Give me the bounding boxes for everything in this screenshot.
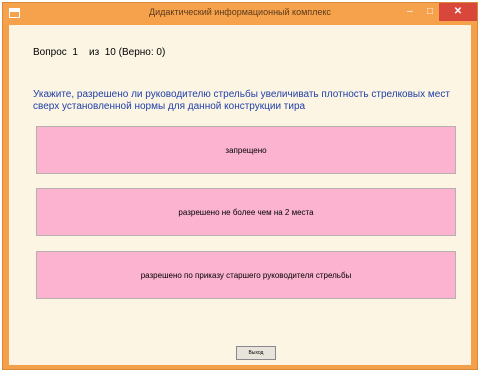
title-bar[interactable]: Дидактический информационный комплекс ‒ … [3,3,477,25]
minimize-icon[interactable]: ‒ [401,3,419,21]
app-window: Дидактический информационный комплекс ‒ … [2,2,478,370]
answer-option-3[interactable]: разрешено по приказу старшего руководите… [36,251,456,299]
answer-option-1[interactable]: запрещено [36,126,456,174]
question-counter: Вопрос 1 из 10 (Верно: 0) [33,47,166,58]
quiz-panel: Вопрос 1 из 10 (Верно: 0) Укажите, разре… [9,25,471,365]
close-icon[interactable]: ✕ [439,3,477,21]
exit-button[interactable]: Выход [236,346,276,360]
answer-option-2[interactable]: разрешено не более чем на 2 места [36,188,456,236]
question-text: Укажите, разрешено ли руководителю стрел… [33,89,450,112]
maximize-icon[interactable]: □ [421,3,439,21]
